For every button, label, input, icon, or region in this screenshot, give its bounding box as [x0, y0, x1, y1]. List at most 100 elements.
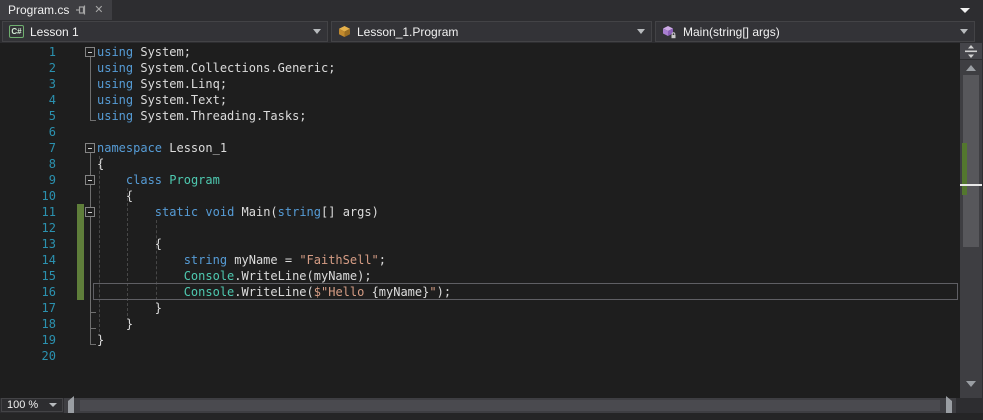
- vertical-scrollbar[interactable]: [960, 43, 982, 398]
- fold-guide-end: [90, 120, 96, 121]
- line-number: 14: [41, 253, 56, 267]
- line-number: 10: [41, 189, 56, 203]
- code-line[interactable]: 20: [0, 348, 960, 364]
- fold-guide-end: [90, 344, 96, 345]
- chevron-down-icon: [637, 29, 645, 34]
- line-number: 2: [48, 61, 56, 75]
- tab-program-cs[interactable]: Program.cs ✕: [0, 0, 113, 20]
- tab-list-dropdown-icon[interactable]: [960, 8, 970, 13]
- member-dropdown[interactable]: Main(string[] args): [655, 21, 975, 42]
- code-line[interactable]: 18 }: [0, 316, 960, 332]
- indent-guide: [98, 156, 100, 332]
- line-number: 6: [48, 125, 56, 139]
- tab-title: Program.cs: [8, 3, 70, 17]
- code-text: }: [97, 333, 105, 347]
- fold-guide-end: [90, 312, 96, 313]
- fold-guide-line: [90, 57, 91, 120]
- zoom-selector[interactable]: 100 %: [1, 398, 63, 412]
- code-text: namespace Lesson_1: [97, 141, 228, 155]
- line-number: 9: [48, 173, 56, 187]
- vs-editor-window: Program.cs ✕ C# Lesson 1 Lesson_1.Progra…: [0, 0, 983, 420]
- chevron-down-icon: [313, 29, 321, 34]
- fold-collapse-box[interactable]: [85, 47, 95, 57]
- line-number: 18: [41, 317, 56, 331]
- line-number: 3: [48, 77, 56, 91]
- code-text: }: [97, 317, 134, 331]
- code-line[interactable]: 6: [0, 124, 960, 140]
- code-editor[interactable]: 1 using System; 2 using System.Collections.…: [0, 43, 960, 398]
- code-line[interactable]: 2 using System.Collections.Generic;: [0, 60, 960, 76]
- chevron-down-icon: [960, 29, 968, 34]
- private-method-icon: [662, 25, 677, 39]
- code-line[interactable]: 3 using System.Linq;: [0, 76, 960, 92]
- line-number: 17: [41, 301, 56, 315]
- splitter-handle-icon[interactable]: [960, 43, 982, 60]
- code-line[interactable]: 5 using System.Threading.Tasks;: [0, 108, 960, 124]
- fold-collapse-box[interactable]: [85, 175, 95, 185]
- scrollbar-change-marker: [962, 143, 967, 195]
- line-number: 5: [48, 109, 56, 123]
- line-number: 4: [48, 93, 56, 107]
- code-text: using System;: [97, 45, 191, 59]
- code-line[interactable]: 15 Console.WriteLine(myName);: [0, 268, 960, 284]
- code-line[interactable]: 8{: [0, 156, 960, 172]
- code-line[interactable]: 17 }: [0, 300, 960, 316]
- code-line[interactable]: 12: [0, 220, 960, 236]
- code-line[interactable]: 14 string myName = "FaithSell";: [0, 252, 960, 268]
- fold-collapse-box[interactable]: [85, 143, 95, 153]
- current-line-highlight: [93, 283, 958, 300]
- code-text: string myName = "FaithSell";: [183, 253, 387, 267]
- csharp-project-icon: C#: [9, 25, 24, 38]
- navigation-bar: C# Lesson 1 Lesson_1.Program Main(string…: [0, 20, 983, 43]
- tracked-changes-bar: [77, 204, 84, 300]
- code-line[interactable]: 9 class Program: [0, 172, 960, 188]
- code-line[interactable]: 4 using System.Text;: [0, 92, 960, 108]
- scroll-down-arrow[interactable]: [960, 378, 982, 390]
- code-line[interactable]: 19}: [0, 332, 960, 348]
- tab-strip: Program.cs ✕: [0, 0, 983, 20]
- class-icon: [338, 25, 351, 38]
- code-line[interactable]: 7 namespace Lesson_1: [0, 140, 960, 156]
- code-text: using System.Threading.Tasks;: [97, 109, 307, 123]
- line-number: 11: [41, 205, 56, 219]
- scrollbar-caret-marker: [960, 184, 982, 186]
- scrollbar-corner: [956, 398, 983, 413]
- code-text: {: [97, 237, 163, 251]
- line-number: 1: [48, 45, 56, 59]
- member-dropdown-label: Main(string[] args): [683, 24, 780, 39]
- horizontal-scrollbar[interactable]: [64, 396, 956, 420]
- code-line[interactable]: 13 {: [0, 236, 960, 252]
- line-number: 19: [41, 333, 56, 347]
- code-line[interactable]: 11 static void Main(string[] args): [0, 204, 960, 220]
- line-number: 15: [41, 269, 56, 283]
- line-number: 7: [48, 141, 56, 155]
- fold-guide-end: [90, 328, 96, 329]
- code-line[interactable]: 1 using System;: [0, 44, 960, 60]
- line-number: 12: [41, 221, 56, 235]
- type-dropdown-label: Lesson_1.Program: [357, 24, 459, 39]
- scroll-up-arrow[interactable]: [960, 62, 982, 74]
- code-text: static void Main(string[] args): [154, 205, 379, 219]
- code-text: }: [97, 301, 163, 315]
- horizontal-scrollbar-thumb[interactable]: [80, 400, 940, 411]
- code-text: Console.WriteLine(myName);: [183, 269, 372, 283]
- line-number: 8: [48, 157, 56, 171]
- chevron-down-icon: [49, 403, 57, 407]
- project-dropdown[interactable]: C# Lesson 1: [2, 21, 328, 42]
- zoom-level: 100 %: [7, 399, 39, 411]
- line-number: 16: [41, 285, 56, 299]
- type-dropdown[interactable]: Lesson_1.Program: [331, 21, 652, 42]
- editor-bottom-bar: 100 %: [0, 396, 983, 420]
- code-text: using System.Linq;: [97, 77, 228, 91]
- close-icon[interactable]: ✕: [92, 4, 105, 17]
- code-text: using System.Collections.Generic;: [97, 61, 336, 75]
- fold-collapse-box[interactable]: [85, 207, 95, 217]
- line-number: 13: [41, 237, 56, 251]
- window-bottom-border: [0, 413, 983, 420]
- line-number: 20: [41, 349, 56, 363]
- code-text: class Program: [125, 173, 220, 187]
- code-line[interactable]: 10 {: [0, 188, 960, 204]
- project-dropdown-label: Lesson 1: [30, 24, 79, 39]
- code-text: using System.Text;: [97, 93, 228, 107]
- pin-icon[interactable]: [74, 4, 87, 17]
